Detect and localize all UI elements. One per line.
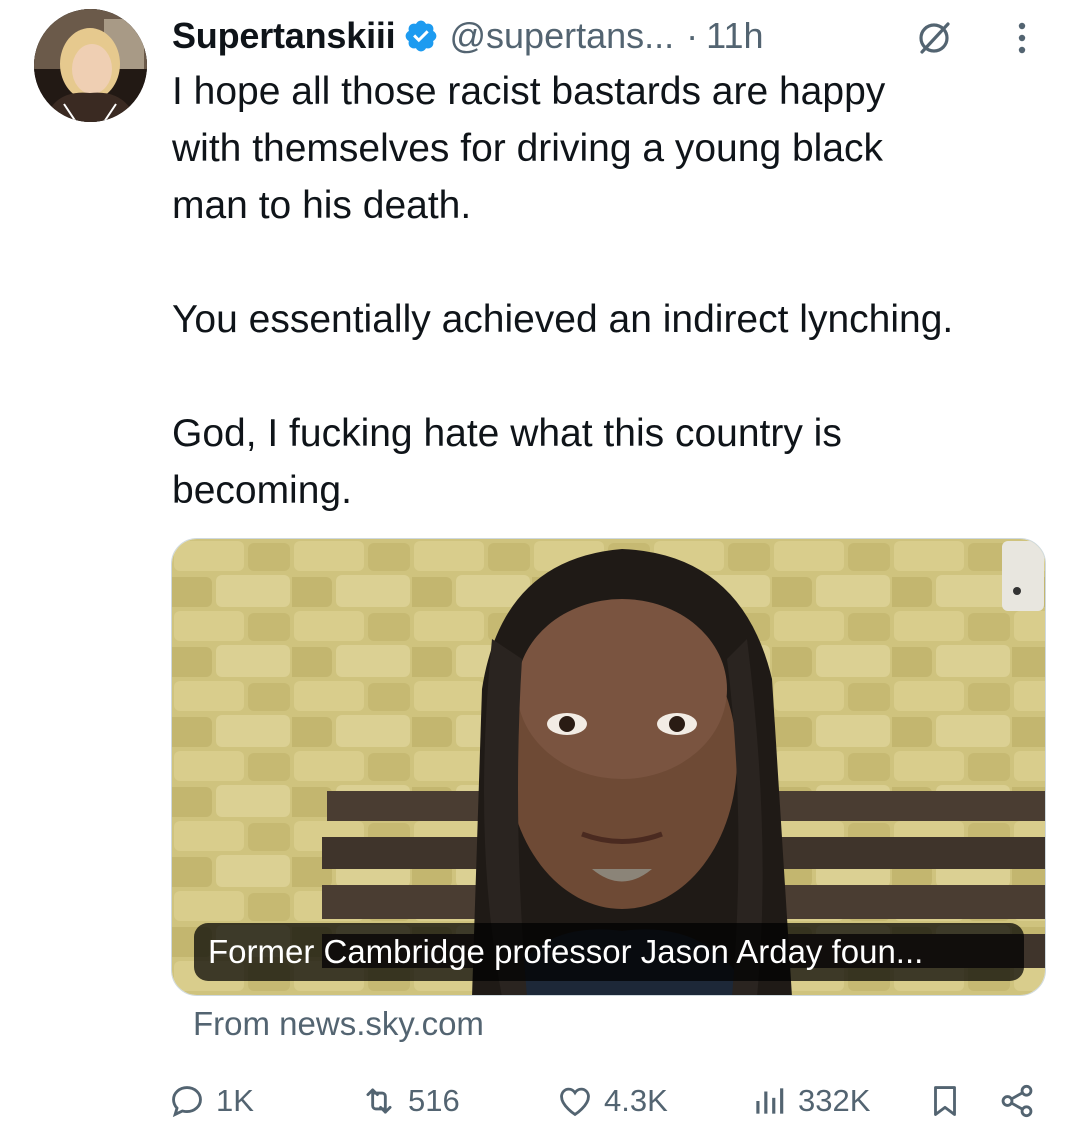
grok-icon[interactable]	[914, 18, 954, 58]
verified-badge-icon	[406, 20, 437, 52]
like-count: 4.3K	[604, 1083, 668, 1118]
views-button[interactable]: 332K	[750, 1076, 870, 1126]
share-icon	[1001, 1084, 1033, 1118]
display-name[interactable]: Supertanskiii	[172, 15, 396, 57]
separator-dot: ·	[686, 15, 699, 56]
repost-icon	[366, 1088, 392, 1114]
text-line: You essentially achieved an indirect lyn…	[172, 298, 954, 341]
heart-icon	[560, 1087, 590, 1117]
more-vertical-icon[interactable]	[1002, 18, 1042, 58]
link-card[interactable]: Former Cambridge professor Jason Arday f…	[171, 538, 1046, 996]
text-line: man to his death.	[172, 184, 472, 227]
tweet-text: I hope all those racist bastards are hap…	[172, 63, 1052, 519]
avatar[interactable]	[34, 9, 147, 122]
text-line: God, I fucking hate what this country is	[172, 412, 842, 455]
views-count: 332K	[798, 1083, 871, 1118]
action-bar: 1K 516 4.3K 332K	[168, 1076, 1048, 1126]
share-button[interactable]	[998, 1076, 1036, 1126]
tweet-header: Supertanskiii @supertans... · 11h	[172, 12, 1052, 60]
repost-count: 516	[408, 1083, 460, 1118]
text-line: becoming.	[172, 469, 352, 512]
card-headline[interactable]: Former Cambridge professor Jason Arday f…	[194, 923, 1024, 981]
handle[interactable]: @supertans...	[449, 15, 674, 57]
bookmark-icon	[934, 1086, 956, 1116]
tweet[interactable]: Supertanskiii @supertans... · 11h I hope…	[0, 0, 1080, 1131]
repost-button[interactable]: 516	[360, 1076, 460, 1126]
like-button[interactable]: 4.3K	[556, 1076, 668, 1126]
card-source[interactable]: From news.sky.com	[193, 1005, 484, 1043]
text-line: I hope all those racist bastards are hap…	[172, 70, 886, 113]
reply-button[interactable]: 1K	[168, 1076, 254, 1126]
views-icon	[756, 1088, 784, 1114]
timestamp[interactable]: 11h	[706, 15, 763, 57]
text-line: with themselves for driving a young blac…	[172, 127, 884, 170]
reply-icon	[172, 1086, 202, 1118]
reply-count: 1K	[216, 1083, 254, 1118]
bookmark-button[interactable]	[926, 1076, 964, 1126]
